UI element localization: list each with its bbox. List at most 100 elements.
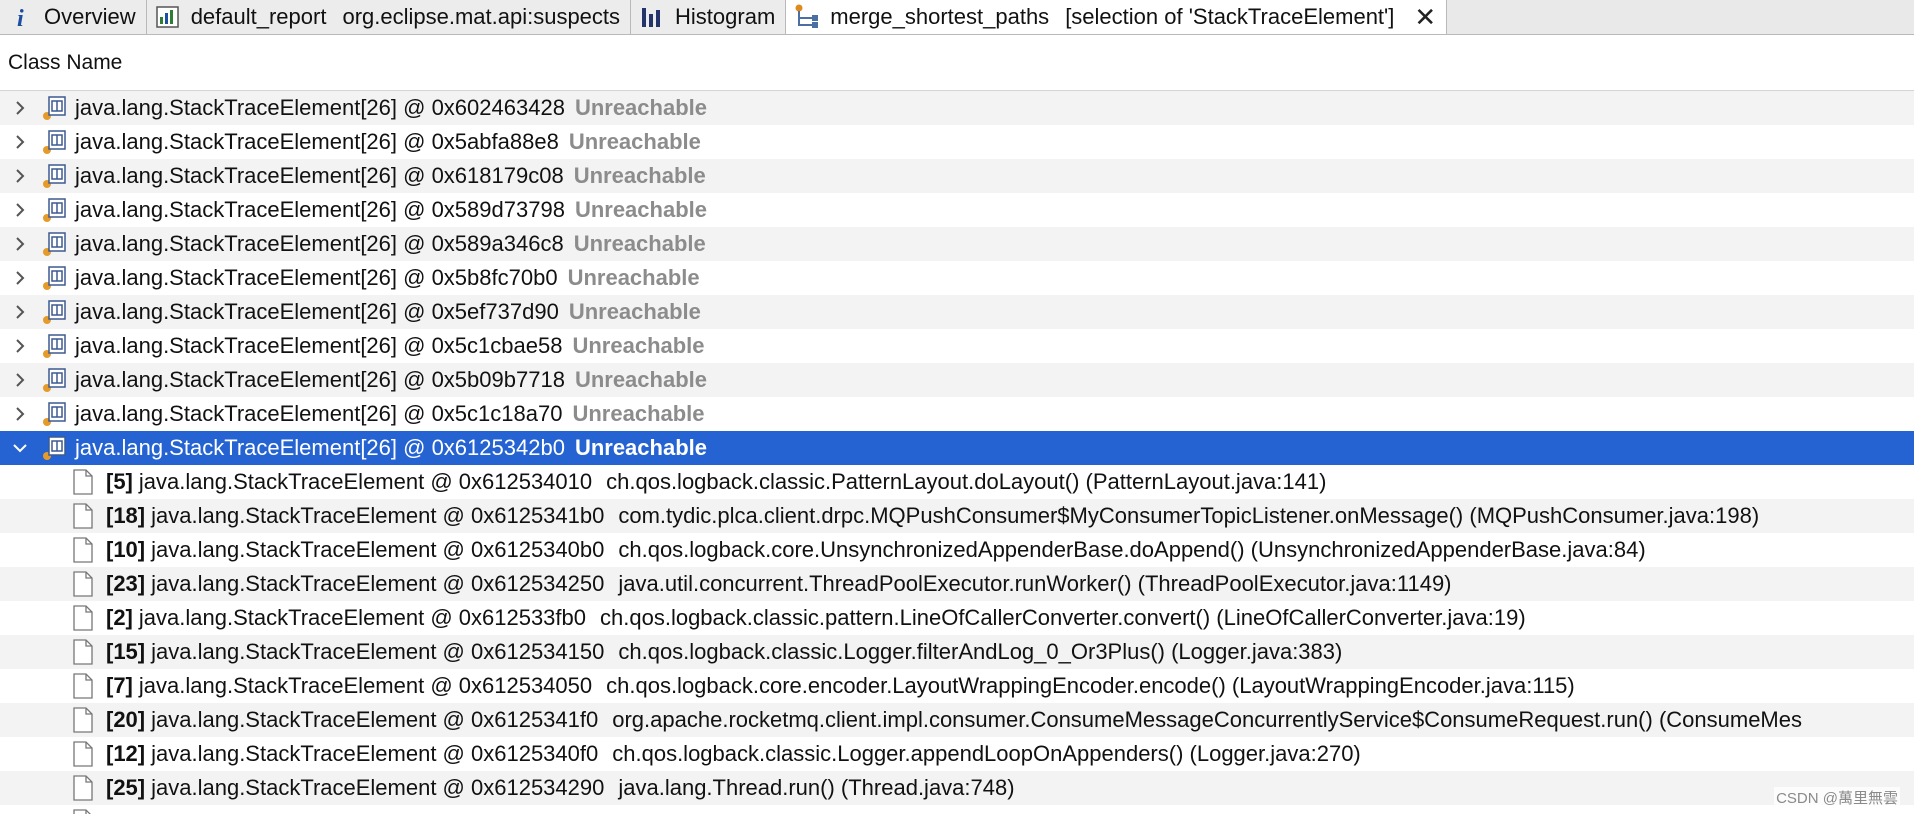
object-address: java.lang.StackTraceElement @ 0x61253425… [151,571,605,596]
tree-row[interactable]: java.lang.StackTraceElement[26] @ 0x5abf… [0,125,1914,159]
tree-row[interactable]: java.lang.StackTraceElement[26] @ 0x5b8f… [0,261,1914,295]
tree-row[interactable]: java.lang.StackTraceElement[26] @ 0x5c1c… [0,329,1914,363]
status-badge: Unreachable [574,197,707,222]
close-icon[interactable]: ✕ [1414,4,1436,30]
object-address: java.lang.StackTraceElement @ 0x6125340f… [151,741,599,766]
tree-row[interactable]: java.lang.StackTraceElement[26] @ 0x5b09… [0,363,1914,397]
array-object-icon [39,366,69,394]
status-badge: Unreachable [568,299,701,324]
chevron-right-icon[interactable] [9,199,31,221]
object-address: java.lang.StackTraceElement @ 0x61253405… [138,673,593,698]
status-badge: Unreachable [573,231,706,256]
array-object-icon [39,196,69,224]
column-header-label: Class Name [8,50,123,74]
chevron-right-icon[interactable] [9,369,31,391]
frame-description: ch.qos.logback.classic.pattern.LineOfCal… [600,605,1526,630]
file-icon [72,672,96,700]
file-icon [72,808,96,814]
array-object-icon [39,230,69,258]
object-address: java.lang.StackTraceElement @ 0x6125341f… [151,707,599,732]
chevron-right-icon[interactable] [9,233,31,255]
object-address: java.lang.StackTraceElement @ 0x61253429… [151,775,605,800]
file-icon [72,468,96,496]
histogram-icon [637,3,667,31]
chevron-down-icon[interactable] [9,437,31,459]
object-address: java.lang.StackTraceElement @ 0x612533fb… [138,605,587,630]
chevron-right-icon[interactable] [9,267,31,289]
chevron-right-icon[interactable] [9,335,31,357]
tree-child-row[interactable]: [15] java.lang.StackTraceElement @ 0x612… [0,635,1914,669]
tree-row[interactable]: java.lang.StackTraceElement[26] @ 0x589d… [0,193,1914,227]
tab-default-report[interactable]: default_report org.eclipse.mat.api:suspe… [146,0,632,34]
array-index: [2] [106,605,133,630]
tab-label: default_report [190,4,327,29]
tree-child-row[interactable]: [7] java.lang.StackTraceElement @ 0x6125… [0,669,1914,703]
status-badge: Unreachable [574,367,707,392]
tab-histogram[interactable]: Histogram [631,0,787,34]
status-badge: Unreachable [572,401,705,426]
object-address: java.lang.StackTraceElement @ 0x61253401… [138,469,593,494]
tree-child-row-partial[interactable] [0,805,1914,814]
chevron-right-icon[interactable] [9,403,31,425]
chevron-right-icon[interactable] [9,97,31,119]
tree-child-row[interactable]: [2] java.lang.StackTraceElement @ 0x6125… [0,601,1914,635]
column-header-class-name[interactable]: Class Name [0,35,1914,91]
status-badge: Unreachable [574,435,707,460]
tree-child-row[interactable]: [23] java.lang.StackTraceElement @ 0x612… [0,567,1914,601]
file-icon [72,536,96,564]
chevron-right-icon[interactable] [9,301,31,323]
array-object-icon [39,128,69,156]
merge-paths-icon [792,3,822,31]
array-index: [5] [106,469,133,494]
frame-description: org.apache.rocketmq.client.impl.consumer… [612,707,1802,732]
array-index: [7] [106,673,133,698]
tree-child-row[interactable]: [5] java.lang.StackTraceElement @ 0x6125… [0,465,1914,499]
object-label: java.lang.StackTraceElement[26] @ 0x5abf… [75,129,559,154]
object-address: java.lang.StackTraceElement @ 0x6125341b… [151,503,605,528]
tree-row[interactable]: java.lang.StackTraceElement[26] @ 0x6024… [0,91,1914,125]
tree-row[interactable]: java.lang.StackTraceElement[26] @ 0x5ef7… [0,295,1914,329]
tab-sublabel: org.eclipse.mat.api:suspects [342,4,621,29]
array-object-icon [39,400,69,428]
array-index: [15] [106,639,146,664]
file-icon [72,502,96,530]
status-badge: Unreachable [568,129,701,154]
array-object-icon [39,298,69,326]
file-icon [72,570,96,598]
array-index: [12] [106,741,146,766]
tab-label: Histogram [675,4,776,29]
frame-description: ch.qos.logback.core.UnsynchronizedAppend… [618,537,1646,562]
object-address: java.lang.StackTraceElement @ 0x61253415… [151,639,605,664]
frame-description: ch.qos.logback.classic.Logger.filterAndL… [618,639,1343,664]
chevron-right-icon[interactable] [9,131,31,153]
editor-tab-bar: i Overview default_report org.eclipse.ma… [0,0,1914,35]
frame-description: java.util.concurrent.ThreadPoolExecutor.… [618,571,1452,596]
file-icon [72,740,96,768]
tab-label: merge_shortest_paths [830,4,1050,29]
tab-overview[interactable]: i Overview [0,0,147,34]
status-badge: Unreachable [573,163,706,188]
status-badge: Unreachable [574,95,707,120]
tree-child-row[interactable]: [10] java.lang.StackTraceElement @ 0x612… [0,533,1914,567]
tree-row[interactable]: java.lang.StackTraceElement[26] @ 0x5c1c… [0,397,1914,431]
file-icon [72,774,96,802]
status-badge: Unreachable [572,333,705,358]
tree-child-row[interactable]: [12] java.lang.StackTraceElement @ 0x612… [0,737,1914,771]
tree-child-row[interactable]: [20] java.lang.StackTraceElement @ 0x612… [0,703,1914,737]
array-index: [20] [106,707,146,732]
tree-child-row[interactable]: [25] java.lang.StackTraceElement @ 0x612… [0,771,1914,805]
array-index: [18] [106,503,146,528]
object-address: java.lang.StackTraceElement @ 0x6125340b… [151,537,605,562]
svg-text:i: i [17,6,24,30]
tree-row-selected[interactable]: java.lang.StackTraceElement[26] @ 0x6125… [0,431,1914,465]
file-icon [72,604,96,632]
tab-merge-shortest-paths[interactable]: merge_shortest_paths [selection of 'Stac… [786,0,1448,34]
tree-child-row[interactable]: [18] java.lang.StackTraceElement @ 0x612… [0,499,1914,533]
object-tree[interactable]: java.lang.StackTraceElement[26] @ 0x6024… [0,91,1914,814]
tab-label: Overview [44,4,136,29]
status-badge: Unreachable [567,265,700,290]
tree-row[interactable]: java.lang.StackTraceElement[26] @ 0x589a… [0,227,1914,261]
tree-row[interactable]: java.lang.StackTraceElement[26] @ 0x6181… [0,159,1914,193]
chevron-right-icon[interactable] [9,165,31,187]
file-icon [72,638,96,666]
